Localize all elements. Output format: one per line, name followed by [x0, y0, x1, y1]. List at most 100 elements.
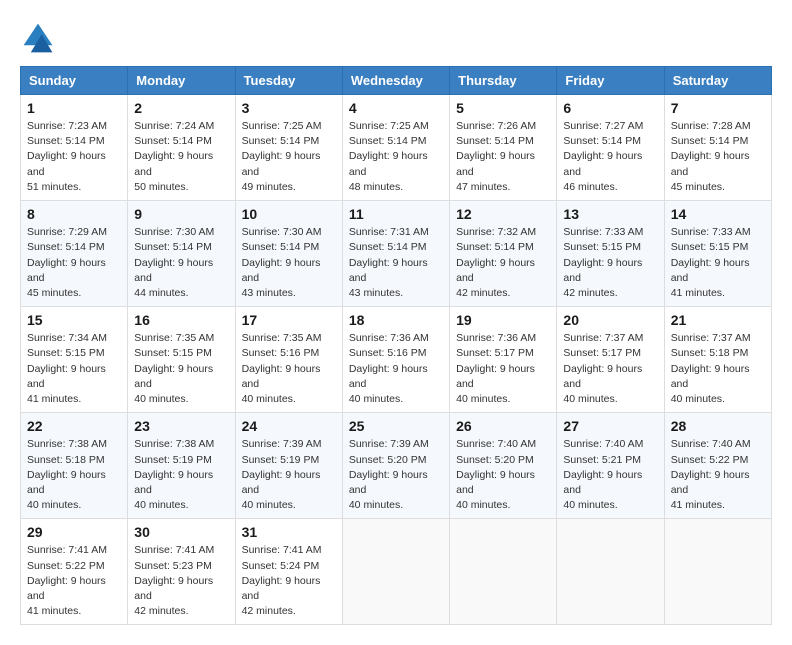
- calendar-cell: 14 Sunrise: 7:33 AMSunset: 5:15 PMDayligh…: [664, 201, 771, 307]
- cell-content: Sunrise: 7:37 AMSunset: 5:18 PMDaylight:…: [671, 331, 765, 407]
- calendar-cell: [664, 519, 771, 625]
- cell-content: Sunrise: 7:40 AMSunset: 5:20 PMDaylight:…: [456, 437, 550, 513]
- cell-content: Sunrise: 7:33 AMSunset: 5:15 PMDaylight:…: [563, 225, 657, 301]
- cell-content: Sunrise: 7:40 AMSunset: 5:22 PMDaylight:…: [671, 437, 765, 513]
- calendar-cell: 5Sunrise: 7:26 AMSunset: 5:14 PMDaylight…: [450, 95, 557, 201]
- calendar-cell: 18 Sunrise: 7:36 AMSunset: 5:16 PMDayligh…: [342, 307, 449, 413]
- cell-content: Sunrise: 7:39 AMSunset: 5:19 PMDaylight:…: [242, 437, 336, 513]
- day-number: 14: [671, 206, 765, 222]
- cell-content: Sunrise: 7:36 AMSunset: 5:16 PMDaylight:…: [349, 331, 443, 407]
- logo: [20, 20, 62, 56]
- calendar-cell: 3 Sunrise: 7:25 AMSunset: 5:14 PMDaylight…: [235, 95, 342, 201]
- cell-content: Sunrise: 7:29 AMSunset: 5:14 PMDaylight:…: [27, 225, 121, 301]
- day-number: 2: [134, 100, 228, 116]
- day-number: 9: [134, 206, 228, 222]
- cell-content: Sunrise: 7:41 AMSunset: 5:24 PMDaylight:…: [242, 543, 336, 619]
- calendar-cell: 1 Sunrise: 7:23 AMSunset: 5:14 PMDaylight…: [21, 95, 128, 201]
- calendar-cell: 7 Sunrise: 7:28 AMSunset: 5:14 PMDaylight…: [664, 95, 771, 201]
- calendar-cell: 4 Sunrise: 7:25 AMSunset: 5:14 PMDaylight…: [342, 95, 449, 201]
- calendar-cell: [450, 519, 557, 625]
- logo-icon: [20, 20, 56, 56]
- calendar-cell: 6Sunrise: 7:27 AMSunset: 5:14 PMDaylight…: [557, 95, 664, 201]
- calendar-cell: 21 Sunrise: 7:37 AMSunset: 5:18 PMDayligh…: [664, 307, 771, 413]
- calendar-table: SundayMondayTuesdayWednesdayThursdayFrid…: [20, 66, 772, 625]
- weekday-header-wednesday: Wednesday: [342, 67, 449, 95]
- weekday-header-monday: Monday: [128, 67, 235, 95]
- day-number: 30: [134, 524, 228, 540]
- day-number: 7: [671, 100, 765, 116]
- day-number: 28: [671, 418, 765, 434]
- day-number: 10: [242, 206, 336, 222]
- day-number: 12: [456, 206, 550, 222]
- calendar-cell: 19 Sunrise: 7:36 AMSunset: 5:17 PMDayligh…: [450, 307, 557, 413]
- calendar-cell: [557, 519, 664, 625]
- cell-content: Sunrise: 7:23 AMSunset: 5:14 PMDaylight:…: [27, 119, 121, 195]
- day-number: 31: [242, 524, 336, 540]
- cell-content: Sunrise: 7:30 AMSunset: 5:14 PMDaylight:…: [242, 225, 336, 301]
- day-number: 24: [242, 418, 336, 434]
- calendar-cell: 26 Sunrise: 7:40 AMSunset: 5:20 PMDayligh…: [450, 413, 557, 519]
- cell-content: Sunrise: 7:28 AMSunset: 5:14 PMDaylight:…: [671, 119, 765, 195]
- calendar-cell: 10 Sunrise: 7:30 AMSunset: 5:14 PMDayligh…: [235, 201, 342, 307]
- cell-content: Sunrise: 7:33 AMSunset: 5:15 PMDaylight:…: [671, 225, 765, 301]
- day-number: 19: [456, 312, 550, 328]
- day-number: 3: [242, 100, 336, 116]
- weekday-header-tuesday: Tuesday: [235, 67, 342, 95]
- cell-content: Sunrise: 7:35 AMSunset: 5:16 PMDaylight:…: [242, 331, 336, 407]
- day-number: 26: [456, 418, 550, 434]
- day-number: 27: [563, 418, 657, 434]
- calendar-cell: 29 Sunrise: 7:41 AMSunset: 5:22 PMDayligh…: [21, 519, 128, 625]
- calendar-cell: 17 Sunrise: 7:35 AMSunset: 5:16 PMDayligh…: [235, 307, 342, 413]
- weekday-header-friday: Friday: [557, 67, 664, 95]
- weekday-header-sunday: Sunday: [21, 67, 128, 95]
- day-number: 6: [563, 100, 657, 116]
- day-number: 17: [242, 312, 336, 328]
- calendar-cell: 28 Sunrise: 7:40 AMSunset: 5:22 PMDayligh…: [664, 413, 771, 519]
- day-number: 25: [349, 418, 443, 434]
- cell-content: Sunrise: 7:30 AMSunset: 5:14 PMDaylight:…: [134, 225, 228, 301]
- day-number: 20: [563, 312, 657, 328]
- cell-content: Sunrise: 7:41 AMSunset: 5:22 PMDaylight:…: [27, 543, 121, 619]
- day-number: 13: [563, 206, 657, 222]
- cell-content: Sunrise: 7:25 AMSunset: 5:14 PMDaylight:…: [242, 119, 336, 195]
- cell-content: Sunrise: 7:37 AMSunset: 5:17 PMDaylight:…: [563, 331, 657, 407]
- calendar-cell: 2 Sunrise: 7:24 AMSunset: 5:14 PMDaylight…: [128, 95, 235, 201]
- calendar-cell: [342, 519, 449, 625]
- cell-content: Sunrise: 7:34 AMSunset: 5:15 PMDaylight:…: [27, 331, 121, 407]
- calendar-cell: 9 Sunrise: 7:30 AMSunset: 5:14 PMDaylight…: [128, 201, 235, 307]
- cell-content: Sunrise: 7:31 AMSunset: 5:14 PMDaylight:…: [349, 225, 443, 301]
- cell-content: Sunrise: 7:39 AMSunset: 5:20 PMDaylight:…: [349, 437, 443, 513]
- calendar-cell: 25 Sunrise: 7:39 AMSunset: 5:20 PMDayligh…: [342, 413, 449, 519]
- calendar-cell: 12 Sunrise: 7:32 AMSunset: 5:14 PMDayligh…: [450, 201, 557, 307]
- day-number: 15: [27, 312, 121, 328]
- page-header: [20, 20, 772, 56]
- calendar-cell: 8 Sunrise: 7:29 AMSunset: 5:14 PMDaylight…: [21, 201, 128, 307]
- cell-content: Sunrise: 7:24 AMSunset: 5:14 PMDaylight:…: [134, 119, 228, 195]
- cell-content: Sunrise: 7:25 AMSunset: 5:14 PMDaylight:…: [349, 119, 443, 195]
- calendar-cell: 24 Sunrise: 7:39 AMSunset: 5:19 PMDayligh…: [235, 413, 342, 519]
- calendar-cell: 20 Sunrise: 7:37 AMSunset: 5:17 PMDayligh…: [557, 307, 664, 413]
- calendar-cell: 27 Sunrise: 7:40 AMSunset: 5:21 PMDayligh…: [557, 413, 664, 519]
- cell-content: Sunrise: 7:41 AMSunset: 5:23 PMDaylight:…: [134, 543, 228, 619]
- cell-content: Sunrise: 7:40 AMSunset: 5:21 PMDaylight:…: [563, 437, 657, 513]
- cell-content: Sunrise: 7:32 AMSunset: 5:14 PMDaylight:…: [456, 225, 550, 301]
- day-number: 4: [349, 100, 443, 116]
- day-number: 8: [27, 206, 121, 222]
- weekday-header-thursday: Thursday: [450, 67, 557, 95]
- day-number: 23: [134, 418, 228, 434]
- day-number: 18: [349, 312, 443, 328]
- calendar-cell: 22 Sunrise: 7:38 AMSunset: 5:18 PMDayligh…: [21, 413, 128, 519]
- cell-content: Sunrise: 7:35 AMSunset: 5:15 PMDaylight:…: [134, 331, 228, 407]
- calendar-cell: 15 Sunrise: 7:34 AMSunset: 5:15 PMDayligh…: [21, 307, 128, 413]
- calendar-cell: 31 Sunrise: 7:41 AMSunset: 5:24 PMDayligh…: [235, 519, 342, 625]
- day-number: 21: [671, 312, 765, 328]
- day-number: 5: [456, 100, 550, 116]
- cell-content: Sunrise: 7:38 AMSunset: 5:19 PMDaylight:…: [134, 437, 228, 513]
- cell-content: Sunrise: 7:38 AMSunset: 5:18 PMDaylight:…: [27, 437, 121, 513]
- calendar-cell: 16Sunrise: 7:35 AMSunset: 5:15 PMDayligh…: [128, 307, 235, 413]
- cell-content: Sunrise: 7:36 AMSunset: 5:17 PMDaylight:…: [456, 331, 550, 407]
- day-number: 1: [27, 100, 121, 116]
- calendar-cell: 11Sunrise: 7:31 AMSunset: 5:14 PMDayligh…: [342, 201, 449, 307]
- day-number: 29: [27, 524, 121, 540]
- day-number: 22: [27, 418, 121, 434]
